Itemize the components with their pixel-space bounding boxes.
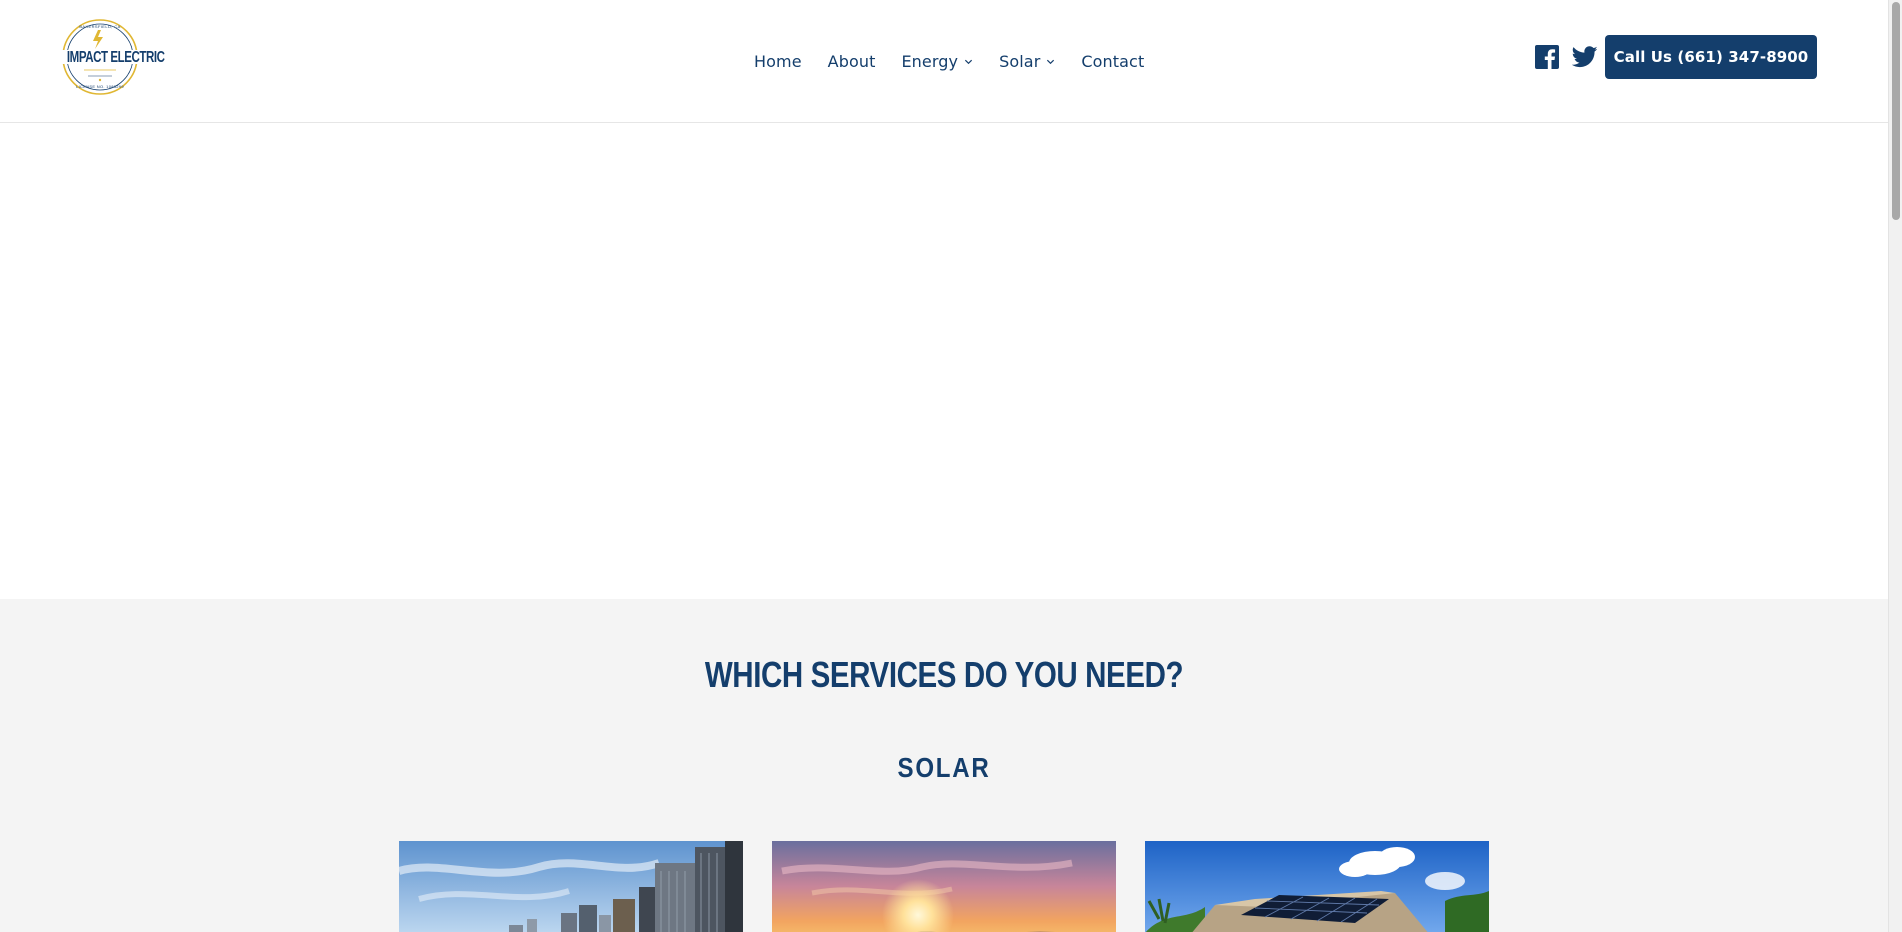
page-scrollbar[interactable] <box>1888 0 1902 932</box>
service-card-city[interactable] <box>399 841 743 932</box>
logo-text: IMPACT ELECTRIC <box>66 49 165 66</box>
nav-solar[interactable]: Solar <box>999 52 1055 71</box>
chevron-down-icon <box>965 59 973 64</box>
twitter-icon[interactable] <box>1571 45 1598 69</box>
nav-contact[interactable]: Contact <box>1081 52 1144 71</box>
nav-about-label: About <box>827 51 876 71</box>
city-skyline-photo <box>399 841 743 932</box>
page: IMPACT ELECTRIC BAKERSFIELD, CA LICENSE … <box>0 0 1888 932</box>
nav-energy-label: Energy <box>901 51 959 71</box>
solar-heading: SOLAR <box>897 752 991 783</box>
hero-section <box>0 123 1888 599</box>
main-nav: Home About Energy Solar Contact <box>754 48 1144 74</box>
nav-energy[interactable]: Energy <box>901 52 973 71</box>
logo-arc-bottom-text: LICENSE NO. 1083299 <box>76 84 124 89</box>
nav-about[interactable]: About <box>828 52 876 71</box>
services-section: WHICH SERVICES DO YOU NEED? SOLAR <box>0 599 1888 932</box>
nav-solar-label: Solar <box>999 51 1041 71</box>
sunset-photo <box>772 841 1116 932</box>
site-logo[interactable]: IMPACT ELECTRIC BAKERSFIELD, CA LICENSE … <box>54 18 165 96</box>
scrollbar-thumb[interactable] <box>1892 2 1900 220</box>
call-us-button[interactable]: Call Us (661) 347-8900 <box>1605 35 1817 79</box>
site-header: IMPACT ELECTRIC BAKERSFIELD, CA LICENSE … <box>0 0 1888 123</box>
chevron-down-icon <box>1047 59 1055 64</box>
nav-home-label: Home <box>754 51 802 71</box>
nav-home[interactable]: Home <box>754 52 802 71</box>
facebook-icon[interactable] <box>1535 45 1559 69</box>
nav-contact-label: Contact <box>1081 51 1145 71</box>
services-title: WHICH SERVICES DO YOU NEED? <box>704 654 1184 695</box>
service-card-sunset[interactable] <box>772 841 1116 932</box>
rooftop-solar-panels-photo <box>1145 841 1489 932</box>
service-card-rooftop-solar[interactable] <box>1145 841 1489 932</box>
logo-arc-top-text: BAKERSFIELD, CA <box>79 24 121 29</box>
